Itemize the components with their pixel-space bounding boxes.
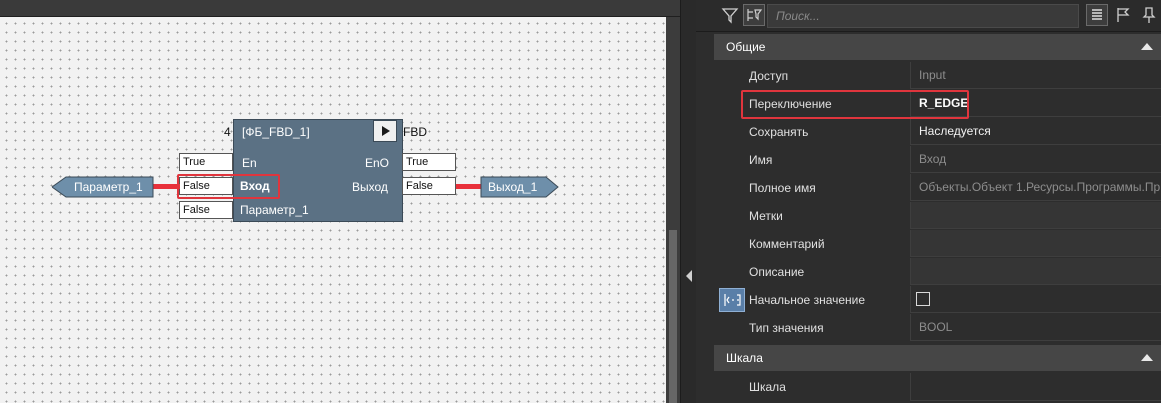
tree-filter-icon[interactable]: [743, 4, 765, 26]
pin-icon[interactable]: [1138, 4, 1160, 26]
prop-value-scale[interactable]: [910, 373, 1161, 401]
prop-label-full-name: Полное имя: [749, 181, 816, 195]
output-value-vyhod[interactable]: False: [402, 177, 456, 195]
search-input[interactable]: Поиск...: [767, 4, 1079, 28]
prop-value-access[interactable]: Input: [910, 62, 1161, 89]
canvas-scrollbar-thumb[interactable]: [669, 230, 677, 403]
collapse-caret-icon[interactable]: [1141, 354, 1153, 361]
collapse-arrow-icon[interactable]: [686, 270, 692, 282]
flag-icon[interactable]: [1112, 4, 1134, 26]
initial-value-checkbox[interactable]: [916, 292, 930, 306]
highlight-input-pin: [177, 174, 280, 199]
filter-icon[interactable]: [719, 4, 741, 26]
section-scale[interactable]: Шкала: [714, 345, 1161, 371]
prop-label-initial-value: Начальное значение: [749, 293, 866, 307]
prop-value-tags[interactable]: [910, 202, 1161, 229]
block-run-button[interactable]: [373, 120, 397, 142]
pin-param[interactable]: Параметр_1: [240, 203, 309, 217]
prop-value-value-type[interactable]: BOOL: [910, 314, 1161, 341]
input-tag-label: Параметр_1: [74, 180, 143, 194]
prop-value-description[interactable]: [910, 258, 1161, 285]
pin-eno[interactable]: EnO: [365, 156, 389, 170]
block-title: [ФБ_FBD_1]: [242, 125, 310, 139]
prop-label-tags: Метки: [749, 209, 783, 223]
initial-value-icon[interactable]: [719, 288, 745, 312]
list-view-icon[interactable]: [1086, 4, 1108, 26]
input-value-param[interactable]: False: [179, 201, 233, 219]
prop-label-name: Имя: [749, 153, 773, 167]
prop-value-comment[interactable]: [910, 230, 1161, 257]
input-wire[interactable]: [152, 184, 180, 189]
panel-splitter[interactable]: [680, 0, 697, 403]
block-number: 4: [224, 125, 231, 139]
output-value-eno[interactable]: True: [402, 153, 456, 171]
prop-value-initial-value: [910, 286, 1161, 313]
pin-en[interactable]: En: [242, 156, 257, 170]
prop-label-description: Описание: [749, 265, 805, 279]
block-type-label: FBD: [403, 125, 427, 139]
prop-label-value-type: Тип значения: [749, 321, 824, 335]
collapse-caret-icon[interactable]: [1141, 43, 1153, 50]
output-wire[interactable]: [456, 184, 482, 189]
prop-value-name[interactable]: Вход: [910, 146, 1161, 173]
section-scale-title: Шкала: [726, 351, 763, 365]
prop-label-access: Доступ: [749, 69, 789, 83]
output-tag-label: Выход_1: [488, 180, 538, 194]
section-general-title: Общие: [726, 40, 766, 54]
canvas-header-bar: [0, 0, 680, 17]
input-value-en[interactable]: True: [179, 153, 233, 171]
prop-value-full-name[interactable]: Объекты.Объект 1.Ресурсы.Программы.Пр: [910, 174, 1161, 201]
prop-label-scale: Шкала: [749, 380, 786, 394]
prop-label-retain: Сохранять: [749, 125, 809, 139]
section-general[interactable]: Общие: [714, 34, 1161, 60]
prop-label-comment: Комментарий: [749, 237, 825, 251]
pin-output[interactable]: Выход: [352, 180, 388, 194]
prop-value-retain[interactable]: Наследуется: [910, 118, 1161, 145]
highlight-switch-row: [741, 90, 969, 119]
play-icon: [382, 126, 390, 136]
